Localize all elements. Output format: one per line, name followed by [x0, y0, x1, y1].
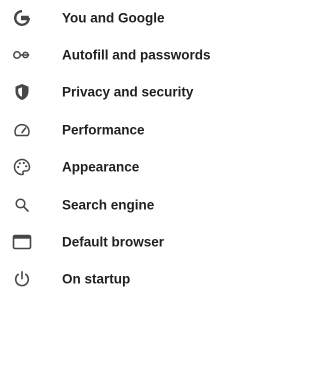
sidebar-item-label: Performance [62, 122, 145, 138]
sidebar-item-label: Privacy and security [62, 84, 194, 100]
sidebar-item-label: You and Google [62, 10, 165, 26]
sidebar-item-privacy-and-security[interactable]: Privacy and security [0, 74, 242, 110]
sidebar-item-label: Default browser [62, 234, 165, 250]
shield-icon [12, 82, 32, 102]
sidebar-item-autofill-and-passwords[interactable]: Autofill and passwords [0, 37, 242, 73]
sidebar-item-default-browser[interactable]: Default browser [0, 224, 242, 260]
key-icon [12, 45, 32, 65]
sidebar-item-performance[interactable]: Performance [0, 112, 242, 148]
google-g-icon [12, 8, 32, 28]
search-icon [12, 195, 32, 215]
speedometer-icon [12, 120, 32, 140]
palette-icon [12, 157, 32, 177]
sidebar-item-label: On startup [62, 271, 131, 287]
sidebar-item-appearance[interactable]: Appearance [0, 149, 242, 185]
sidebar-item-label: Autofill and passwords [62, 47, 211, 63]
power-icon [12, 269, 32, 289]
sidebar-item-search-engine[interactable]: Search engine [0, 187, 242, 223]
sidebar-item-label: Search engine [62, 197, 155, 213]
sidebar-item-label: Appearance [62, 159, 140, 175]
browser-window-icon [12, 232, 32, 252]
settings-sidebar: You and Google Autofill and passwords Pr… [0, 0, 242, 382]
sidebar-item-on-startup[interactable]: On startup [0, 261, 242, 297]
sidebar-item-you-and-google[interactable]: You and Google [0, 0, 242, 36]
